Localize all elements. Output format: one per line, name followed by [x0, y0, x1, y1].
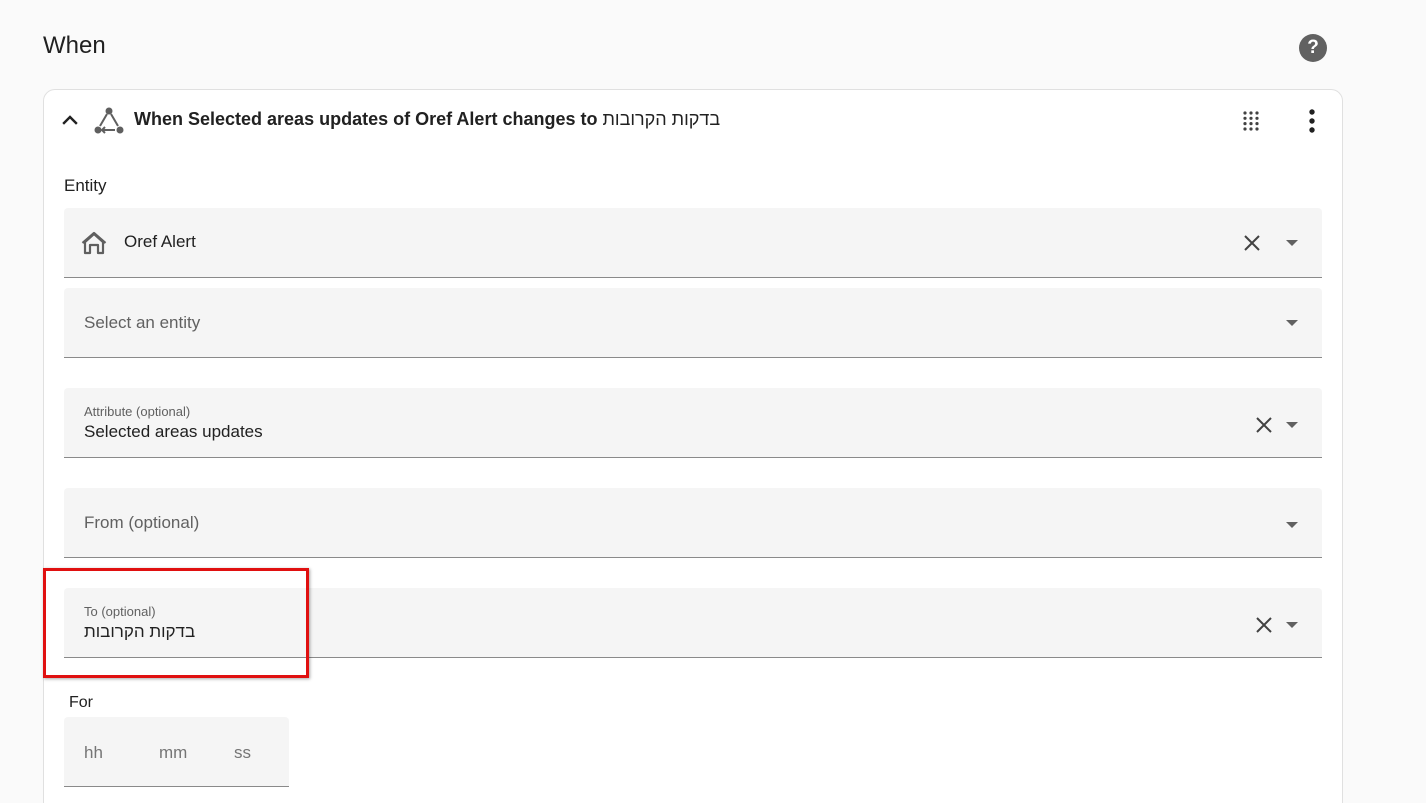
trigger-title: When Selected areas updates of Oref Aler…	[134, 109, 720, 130]
drag-handle-icon[interactable]	[1241, 110, 1261, 132]
hours-input[interactable]: hh	[84, 743, 103, 763]
chevron-up-icon[interactable]	[60, 110, 80, 130]
state-trigger-icon	[94, 107, 124, 134]
to-label: To (optional)	[84, 604, 156, 619]
menu-down-icon[interactable]	[1285, 621, 1299, 629]
from-placeholder: From (optional)	[84, 513, 200, 532]
more-vertical-icon[interactable]	[1301, 108, 1323, 134]
help-icon[interactable]: ?	[1299, 34, 1327, 62]
close-icon[interactable]	[1255, 616, 1273, 634]
menu-down-icon[interactable]	[1285, 319, 1299, 327]
trigger-title-rtl-value: בדקות הקרובות	[602, 109, 721, 129]
for-label: For	[69, 694, 93, 711]
attribute-label: Attribute (optional)	[84, 404, 191, 419]
menu-down-icon[interactable]	[1285, 239, 1299, 247]
attribute-select[interactable]: Attribute (optional) Selected areas upda…	[64, 388, 1322, 458]
to-value: בדקות הקרובות	[84, 622, 196, 641]
minutes-input[interactable]: mm	[159, 743, 187, 763]
add-entity-picker[interactable]: Select an entity	[64, 288, 1322, 358]
from-state-select[interactable]: From (optional)	[64, 488, 1322, 558]
section-title: When	[43, 32, 106, 59]
seconds-input[interactable]: ss	[234, 743, 251, 763]
trigger-title-text: When Selected areas updates of Oref Aler…	[134, 109, 603, 129]
attribute-value: Selected areas updates	[84, 422, 263, 441]
entity-label: Entity	[64, 176, 107, 195]
to-state-select[interactable]: To (optional) בדקות הקרובות	[64, 588, 1322, 658]
add-entity-placeholder: Select an entity	[84, 313, 201, 332]
menu-down-icon[interactable]	[1285, 521, 1299, 529]
trigger-card-header[interactable]: When Selected areas updates of Oref Aler…	[44, 90, 1342, 152]
page: When ? When Selected areas updates of Or…	[0, 0, 1426, 803]
entity-value: Oref Alert	[124, 232, 196, 251]
for-duration-input: hh mm ss	[64, 717, 289, 787]
menu-down-icon[interactable]	[1285, 421, 1299, 429]
close-icon[interactable]	[1255, 416, 1273, 434]
trigger-card: When Selected areas updates of Oref Aler…	[43, 89, 1343, 803]
close-icon[interactable]	[1243, 234, 1261, 252]
entity-picker[interactable]: Oref Alert	[64, 208, 1322, 278]
home-outline-icon	[81, 231, 107, 255]
